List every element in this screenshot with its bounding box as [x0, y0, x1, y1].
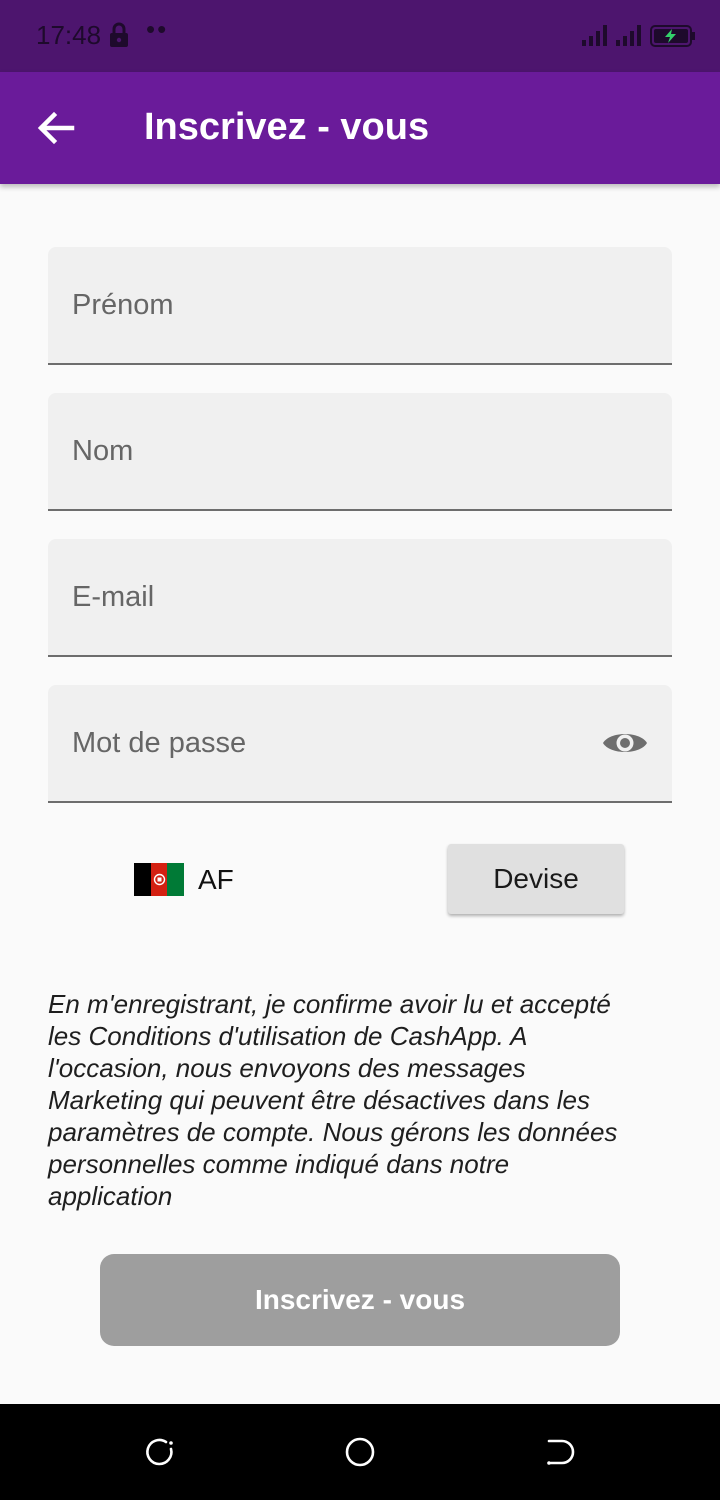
flag-stripe-black — [134, 863, 151, 896]
first-name-field — [48, 247, 672, 365]
eye-icon[interactable] — [602, 727, 648, 759]
password-field — [48, 685, 672, 803]
recent-apps-icon[interactable] — [144, 1436, 176, 1468]
home-icon[interactable] — [344, 1436, 376, 1468]
first-name-input[interactable] — [72, 247, 602, 363]
status-time: 17:48 — [36, 20, 102, 50]
arrow-left-icon[interactable] — [36, 110, 76, 146]
back-icon[interactable] — [544, 1436, 576, 1468]
password-input[interactable] — [72, 685, 602, 801]
sign-up-button[interactable]: Inscrivez - vous — [100, 1254, 620, 1346]
email-input[interactable] — [72, 539, 602, 655]
terms-text: En m'enregistrant, je confirme avoir lu … — [48, 989, 618, 1211]
signal-icon — [616, 24, 644, 51]
last-name-input[interactable] — [72, 393, 602, 509]
app-bar: Inscrivez - vous — [0, 72, 720, 184]
lock-icon — [108, 22, 130, 53]
currency-button[interactable]: Devise — [448, 844, 624, 914]
status-bar: 17:48 •• — [0, 0, 720, 72]
flag-stripe-red — [150, 863, 168, 896]
last-name-field — [48, 393, 672, 511]
battery-charging-icon — [650, 24, 696, 53]
afghanistan-flag-icon — [134, 863, 185, 896]
signal-icon — [582, 24, 610, 51]
page-title: Inscrivez - vous — [144, 106, 430, 148]
email-field — [48, 539, 672, 657]
flag-stripe-green — [167, 863, 185, 896]
country-code: AF — [198, 864, 234, 895]
navigation-bar — [0, 1404, 720, 1500]
notification-dots: •• — [146, 14, 169, 44]
